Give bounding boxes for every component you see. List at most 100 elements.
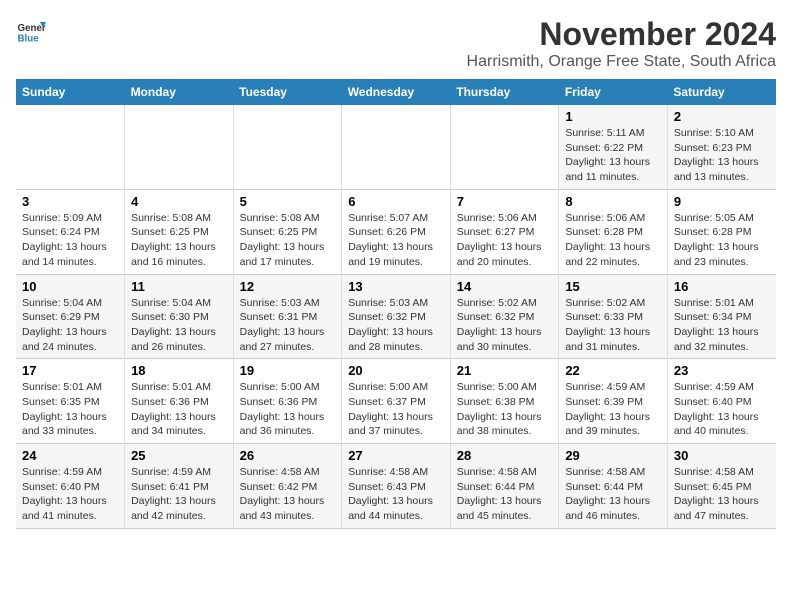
day-cell: 15 Sunrise: 5:02 AM Sunset: 6:33 PM Dayli… [559,274,668,359]
day-number: 22 [565,363,661,378]
week-row-3: 10 Sunrise: 5:04 AM Sunset: 6:29 PM Dayli… [16,274,776,359]
week-row-1: 1 Sunrise: 5:11 AM Sunset: 6:22 PM Daylig… [16,105,776,189]
day-detail: Sunrise: 5:09 AM Sunset: 6:24 PM Dayligh… [22,211,118,270]
day-cell: 19 Sunrise: 5:00 AM Sunset: 6:36 PM Dayli… [233,359,342,444]
svg-text:Blue: Blue [18,34,40,45]
week-row-4: 17 Sunrise: 5:01 AM Sunset: 6:35 PM Dayli… [16,359,776,444]
day-detail: Sunrise: 5:01 AM Sunset: 6:36 PM Dayligh… [131,380,227,439]
day-number: 20 [348,363,444,378]
day-cell: 23 Sunrise: 4:59 AM Sunset: 6:40 PM Dayli… [667,359,776,444]
day-number: 6 [348,194,444,209]
day-cell: 4 Sunrise: 5:08 AM Sunset: 6:25 PM Daylig… [125,189,234,274]
day-cell: 28 Sunrise: 4:58 AM Sunset: 6:44 PM Dayli… [450,444,559,529]
column-header-sunday: Sunday [16,79,125,105]
day-number: 16 [674,279,770,294]
day-cell: 10 Sunrise: 5:04 AM Sunset: 6:29 PM Dayli… [16,274,125,359]
day-number: 5 [240,194,336,209]
day-detail: Sunrise: 5:02 AM Sunset: 6:33 PM Dayligh… [565,296,661,355]
day-detail: Sunrise: 4:59 AM Sunset: 6:40 PM Dayligh… [22,465,118,524]
day-number: 15 [565,279,661,294]
day-detail: Sunrise: 5:10 AM Sunset: 6:23 PM Dayligh… [674,126,770,185]
day-cell: 24Sunrise: 4:59 AM Sunset: 6:40 PM Dayli… [16,444,125,529]
day-cell: 5 Sunrise: 5:08 AM Sunset: 6:25 PM Daylig… [233,189,342,274]
day-cell: 18 Sunrise: 5:01 AM Sunset: 6:36 PM Dayli… [125,359,234,444]
day-detail: Sunrise: 5:04 AM Sunset: 6:29 PM Dayligh… [22,296,118,355]
day-detail: Sunrise: 4:59 AM Sunset: 6:41 PM Dayligh… [131,465,227,524]
day-number: 27 [348,448,444,463]
day-detail: Sunrise: 5:11 AM Sunset: 6:22 PM Dayligh… [565,126,661,185]
day-cell: 13 Sunrise: 5:03 AM Sunset: 6:32 PM Dayli… [342,274,451,359]
day-number: 7 [457,194,553,209]
day-number: 4 [131,194,227,209]
day-detail: Sunrise: 5:08 AM Sunset: 6:25 PM Dayligh… [131,211,227,270]
day-detail: Sunrise: 4:58 AM Sunset: 6:43 PM Dayligh… [348,465,444,524]
day-detail: Sunrise: 4:58 AM Sunset: 6:45 PM Dayligh… [674,465,770,524]
day-cell: 22Sunrise: 4:59 AM Sunset: 6:39 PM Dayli… [559,359,668,444]
day-detail: Sunrise: 5:08 AM Sunset: 6:25 PM Dayligh… [240,211,336,270]
day-detail: Sunrise: 4:59 AM Sunset: 6:40 PM Dayligh… [674,380,770,439]
calendar-header-row: SundayMondayTuesdayWednesdayThursdayFrid… [16,79,776,105]
page-header: General Blue November 2024 Harrismith, O… [16,16,776,71]
week-row-5: 24Sunrise: 4:59 AM Sunset: 6:40 PM Dayli… [16,444,776,529]
day-number: 30 [674,448,770,463]
day-cell: 3 Sunrise: 5:09 AM Sunset: 6:24 PM Daylig… [16,189,125,274]
day-cell: 8 Sunrise: 5:06 AM Sunset: 6:28 PM Daylig… [559,189,668,274]
logo-icon: General Blue [16,16,46,46]
day-cell [342,105,451,189]
day-detail: Sunrise: 5:00 AM Sunset: 6:37 PM Dayligh… [348,380,444,439]
column-header-tuesday: Tuesday [233,79,342,105]
day-cell: 27 Sunrise: 4:58 AM Sunset: 6:43 PM Dayli… [342,444,451,529]
day-number: 29 [565,448,661,463]
day-cell: 21Sunrise: 5:00 AM Sunset: 6:38 PM Dayli… [450,359,559,444]
day-cell: 26Sunrise: 4:58 AM Sunset: 6:42 PM Dayli… [233,444,342,529]
day-cell: 29 Sunrise: 4:58 AM Sunset: 6:44 PM Dayli… [559,444,668,529]
day-number: 28 [457,448,553,463]
day-detail: Sunrise: 5:04 AM Sunset: 6:30 PM Dayligh… [131,296,227,355]
day-cell: 9Sunrise: 5:05 AM Sunset: 6:28 PM Daylig… [667,189,776,274]
column-header-monday: Monday [125,79,234,105]
day-cell: 25 Sunrise: 4:59 AM Sunset: 6:41 PM Dayli… [125,444,234,529]
day-number: 18 [131,363,227,378]
day-number: 1 [565,109,661,124]
day-number: 8 [565,194,661,209]
day-cell: 30 Sunrise: 4:58 AM Sunset: 6:45 PM Dayli… [667,444,776,529]
day-detail: Sunrise: 5:07 AM Sunset: 6:26 PM Dayligh… [348,211,444,270]
day-number: 19 [240,363,336,378]
day-cell [125,105,234,189]
day-number: 14 [457,279,553,294]
page-title: November 2024 [467,16,776,53]
day-detail: Sunrise: 5:00 AM Sunset: 6:36 PM Dayligh… [240,380,336,439]
day-number: 25 [131,448,227,463]
day-cell: 7 Sunrise: 5:06 AM Sunset: 6:27 PM Daylig… [450,189,559,274]
day-number: 23 [674,363,770,378]
day-detail: Sunrise: 5:01 AM Sunset: 6:35 PM Dayligh… [22,380,118,439]
day-detail: Sunrise: 4:58 AM Sunset: 6:44 PM Dayligh… [565,465,661,524]
day-number: 13 [348,279,444,294]
title-area: November 2024 Harrismith, Orange Free St… [467,16,776,71]
day-detail: Sunrise: 5:03 AM Sunset: 6:32 PM Dayligh… [348,296,444,355]
day-cell [16,105,125,189]
week-row-2: 3 Sunrise: 5:09 AM Sunset: 6:24 PM Daylig… [16,189,776,274]
day-number: 17 [22,363,118,378]
day-cell: 11 Sunrise: 5:04 AM Sunset: 6:30 PM Dayli… [125,274,234,359]
calendar-table: SundayMondayTuesdayWednesdayThursdayFrid… [16,79,776,529]
day-number: 10 [22,279,118,294]
day-number: 12 [240,279,336,294]
column-header-saturday: Saturday [667,79,776,105]
day-cell: 14 Sunrise: 5:02 AM Sunset: 6:32 PM Dayli… [450,274,559,359]
day-number: 3 [22,194,118,209]
column-header-friday: Friday [559,79,668,105]
day-detail: Sunrise: 5:06 AM Sunset: 6:28 PM Dayligh… [565,211,661,270]
column-header-wednesday: Wednesday [342,79,451,105]
day-detail: Sunrise: 5:06 AM Sunset: 6:27 PM Dayligh… [457,211,553,270]
day-detail: Sunrise: 5:05 AM Sunset: 6:28 PM Dayligh… [674,211,770,270]
page-subtitle: Harrismith, Orange Free State, South Afr… [467,53,776,71]
day-number: 21 [457,363,553,378]
day-number: 11 [131,279,227,294]
day-detail: Sunrise: 4:58 AM Sunset: 6:44 PM Dayligh… [457,465,553,524]
column-header-thursday: Thursday [450,79,559,105]
day-cell [233,105,342,189]
day-cell: 6 Sunrise: 5:07 AM Sunset: 6:26 PM Daylig… [342,189,451,274]
day-detail: Sunrise: 4:58 AM Sunset: 6:42 PM Dayligh… [240,465,336,524]
day-detail: Sunrise: 5:02 AM Sunset: 6:32 PM Dayligh… [457,296,553,355]
